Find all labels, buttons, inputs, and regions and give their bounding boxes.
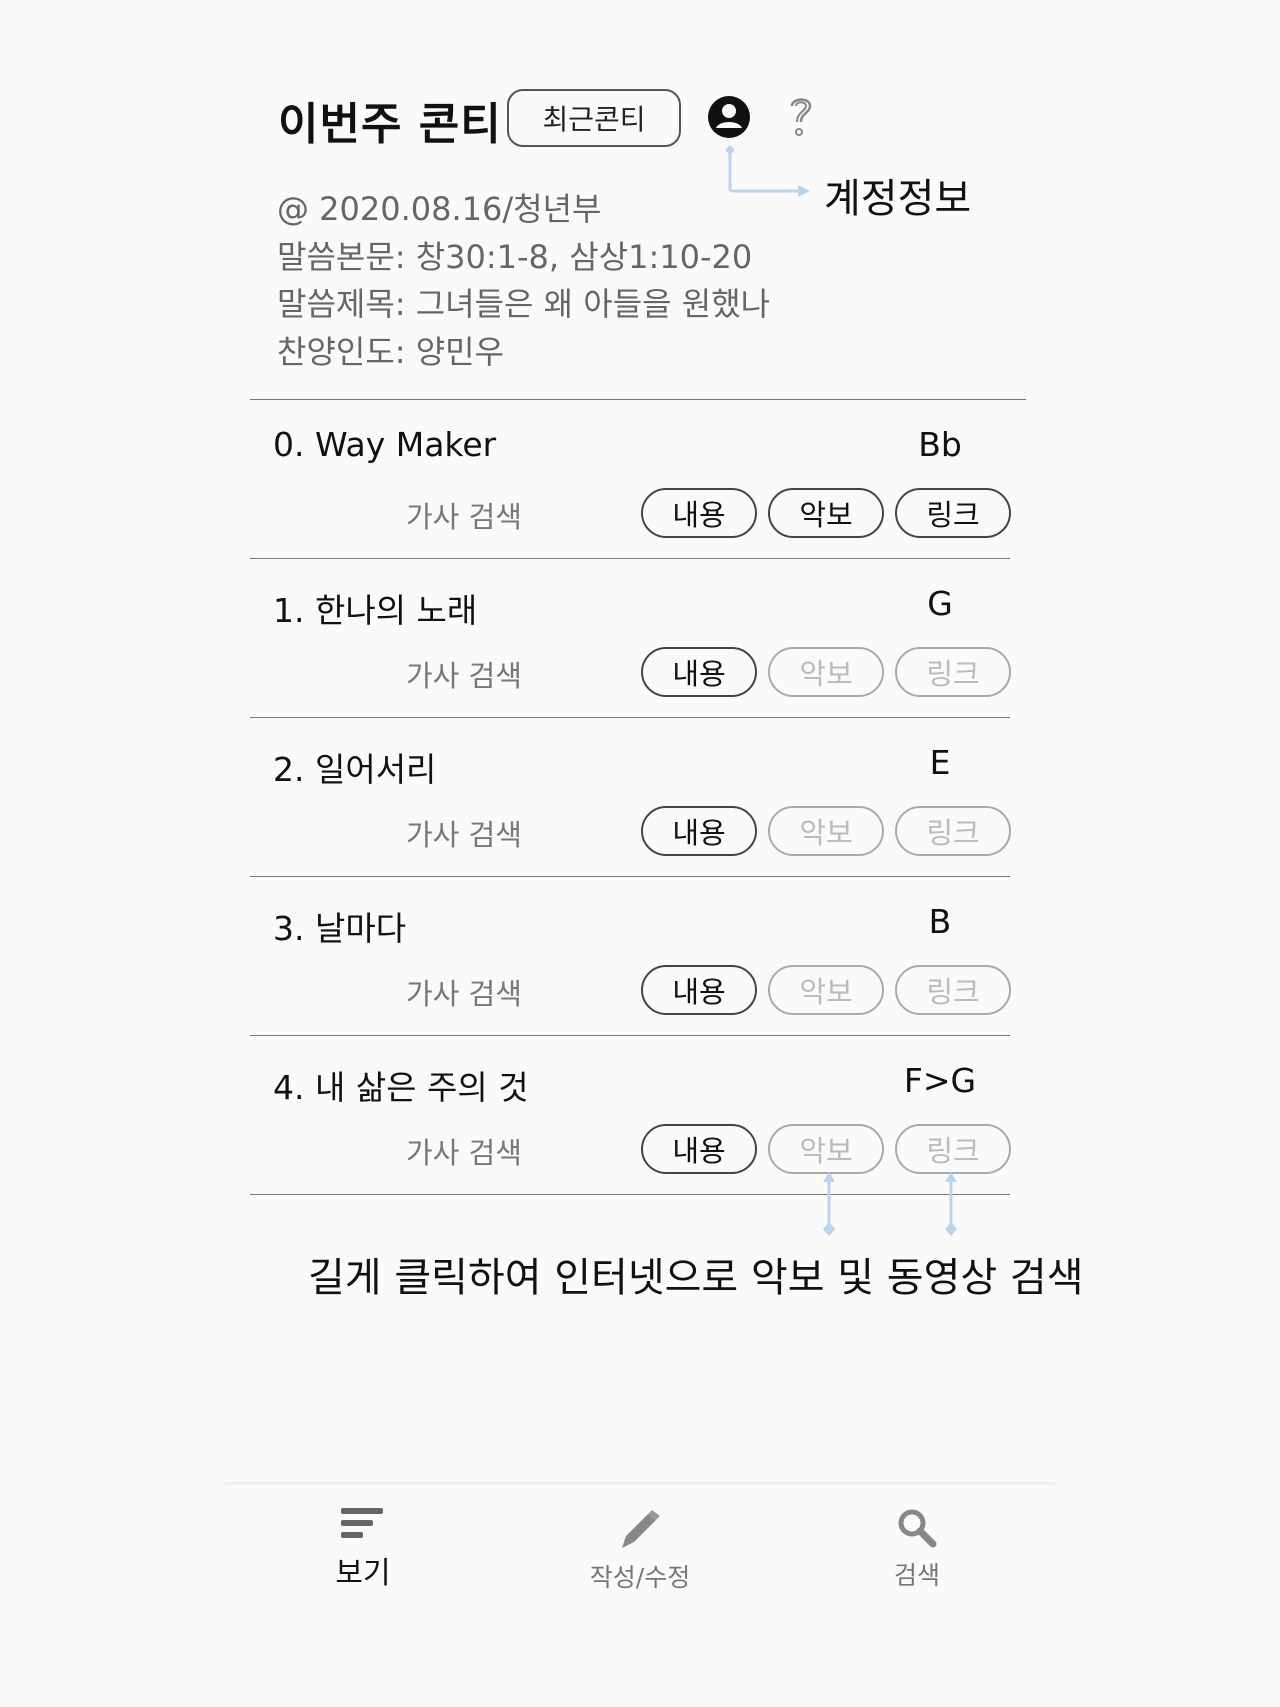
worship-leader: 찬양인도: 양민우 xyxy=(277,333,505,371)
song-title[interactable]: 0. Way Maker xyxy=(273,425,496,464)
search-icon xyxy=(898,1509,937,1548)
header-divider xyxy=(250,399,1026,400)
page-title: 이번주 콘티 xyxy=(278,99,502,150)
song-divider xyxy=(250,876,1010,877)
song-title[interactable]: 2. 일어서리 xyxy=(273,743,436,791)
lyrics-search-link[interactable]: 가사 검색 xyxy=(406,653,522,695)
sheet-music-button[interactable]: 악보 xyxy=(768,806,884,856)
sheet-music-button[interactable]: 악보 xyxy=(768,1124,884,1174)
account-icon[interactable] xyxy=(707,95,751,139)
song-divider xyxy=(250,1035,1010,1036)
content-button[interactable]: 내용 xyxy=(641,806,757,856)
content-button[interactable]: 내용 xyxy=(641,965,757,1015)
help-icon[interactable] xyxy=(785,92,817,142)
lyrics-search-link[interactable]: 가사 검색 xyxy=(406,971,522,1013)
nav-edit-label: 작성/수정 xyxy=(589,1563,691,1592)
sheet-music-button[interactable]: 악보 xyxy=(768,965,884,1015)
song-divider xyxy=(250,558,1010,559)
recent-conti-button[interactable]: 최근콘티 xyxy=(507,89,681,147)
song-key: E xyxy=(929,743,951,782)
link-button[interactable]: 링크 xyxy=(895,647,1011,697)
song-key: B xyxy=(928,902,952,941)
link-button[interactable]: 링크 xyxy=(895,806,1011,856)
song-title[interactable]: 1. 한나의 노래 xyxy=(273,584,477,632)
nav-search-label: 검색 xyxy=(893,1561,940,1590)
song-divider xyxy=(250,1194,1010,1195)
scripture-text: 말씀본문: 창30:1-8, 삼상1:10-20 xyxy=(277,238,753,276)
sheet-annotation-arrow xyxy=(823,1172,835,1236)
song-divider xyxy=(250,717,1010,718)
nav-view[interactable]: 보기 xyxy=(283,1508,443,1592)
song-key: Bb xyxy=(918,425,962,464)
sheet-music-button[interactable]: 악보 xyxy=(768,488,884,538)
bottom-nav-divider xyxy=(225,1482,1055,1485)
long-press-annotation-label: 길게 클릭하여 인터넷으로 악보 및 동영상 검색 xyxy=(308,1255,1084,1301)
lyrics-search-link[interactable]: 가사 검색 xyxy=(406,494,522,536)
nav-edit[interactable]: 작성/수정 xyxy=(560,1506,720,1594)
song-key: G xyxy=(927,584,953,623)
sheet-music-button[interactable]: 악보 xyxy=(768,647,884,697)
nav-search[interactable]: 검색 xyxy=(837,1508,997,1592)
sermon-title: 말씀제목: 그녀들은 왜 아들을 원했나 xyxy=(277,285,771,323)
song-title[interactable]: 3. 날마다 xyxy=(273,902,406,950)
song-title[interactable]: 4. 내 삶은 주의 것 xyxy=(273,1061,529,1109)
link-button[interactable]: 링크 xyxy=(895,1124,1011,1174)
content-button[interactable]: 내용 xyxy=(641,647,757,697)
content-button[interactable]: 내용 xyxy=(641,1124,757,1174)
content-button[interactable]: 내용 xyxy=(641,488,757,538)
account-annotation-label: 계정정보 xyxy=(824,176,972,222)
account-annotation-arrow xyxy=(725,145,810,197)
song-key: F>G xyxy=(903,1061,977,1100)
link-button[interactable]: 링크 xyxy=(895,965,1011,1015)
list-icon xyxy=(341,1508,383,1538)
service-date-group: @ 2020.08.16/청년부 xyxy=(277,190,602,228)
nav-view-label: 보기 xyxy=(335,1556,391,1591)
link-annotation-arrow xyxy=(945,1172,957,1236)
link-button[interactable]: 링크 xyxy=(895,488,1011,538)
pencil-icon xyxy=(622,1510,660,1548)
lyrics-search-link[interactable]: 가사 검색 xyxy=(406,1130,522,1172)
lyrics-search-link[interactable]: 가사 검색 xyxy=(406,812,522,854)
